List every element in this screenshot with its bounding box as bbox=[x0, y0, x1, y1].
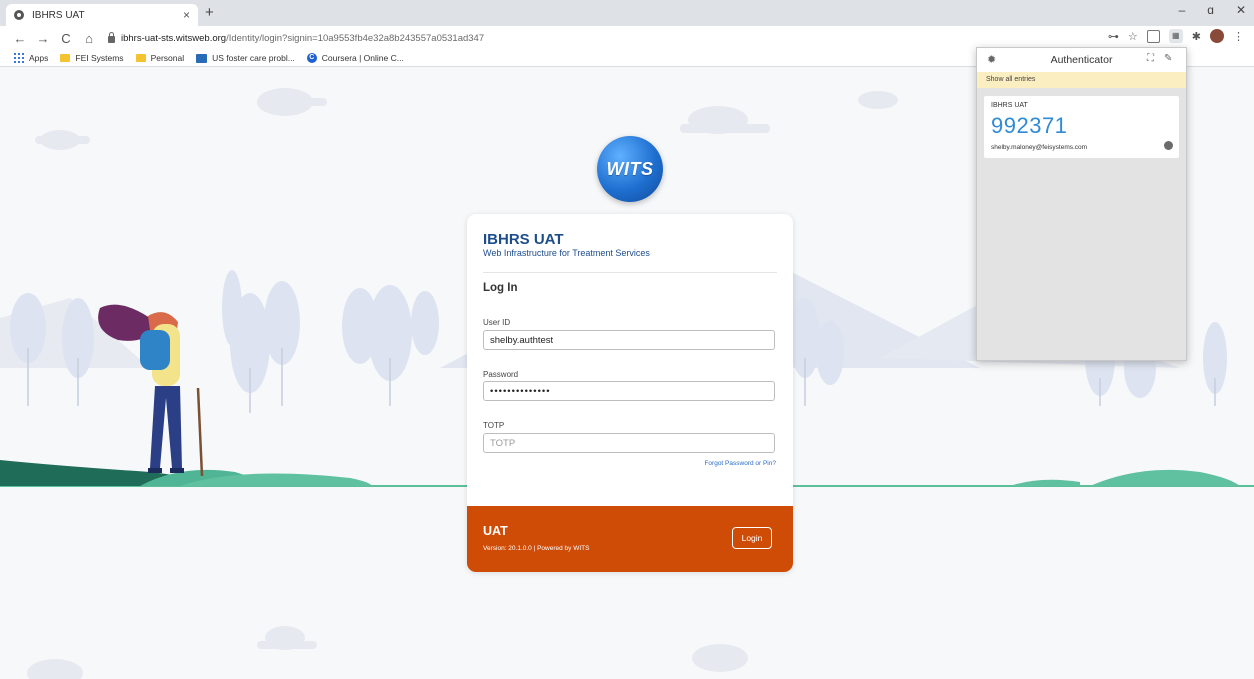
reload-button[interactable]: C bbox=[56, 31, 76, 46]
tab-title: IBHRS UAT bbox=[32, 9, 85, 21]
folder-icon bbox=[60, 54, 71, 62]
browser-tab[interactable]: IBHRS UAT × bbox=[6, 4, 198, 26]
bookmark-personal[interactable]: Personal bbox=[135, 53, 185, 63]
image-icon bbox=[196, 53, 208, 63]
close-tab-icon[interactable]: × bbox=[183, 8, 190, 22]
show-all-entries-link[interactable]: Show all entries bbox=[977, 72, 1186, 88]
bookmark-coursera[interactable]: C Coursera | Online C... bbox=[306, 53, 404, 63]
bookmark-label: Apps bbox=[29, 53, 49, 63]
bookmark-label: FEI Systems bbox=[75, 53, 124, 63]
user-id-label: User ID bbox=[483, 318, 511, 327]
bookmark-label: Personal bbox=[150, 53, 185, 63]
login-button[interactable]: Login bbox=[732, 527, 772, 549]
scan-qr-icon[interactable]: ⛶ bbox=[1147, 53, 1154, 64]
authenticator-title: Authenticator bbox=[1050, 54, 1113, 66]
password-label: Password bbox=[483, 370, 519, 379]
restore-window-button[interactable]: ɑ bbox=[1207, 3, 1214, 17]
url-path: /Identity/login?signin=10a9553fb4e32a8b2… bbox=[226, 32, 485, 44]
extensions-puzzle-icon[interactable]: ✱ bbox=[1192, 30, 1201, 43]
totp-input[interactable] bbox=[483, 433, 775, 453]
authenticator-header: ✹ Authenticator ⛶ ✎ bbox=[977, 48, 1186, 72]
otp-entry[interactable]: IBHRS UAT 992371 shelby.maloney@feisyste… bbox=[984, 96, 1179, 158]
forgot-password-link[interactable]: Forgot Password or Pin? bbox=[704, 460, 776, 467]
bookmark-star-icon[interactable]: ☆ bbox=[1128, 30, 1138, 43]
site-favicon-icon bbox=[14, 10, 24, 20]
app-subtitle: Web Infrastructure for Treatment Service… bbox=[483, 248, 650, 258]
extension-icon[interactable] bbox=[1146, 29, 1160, 43]
app-title: IBHRS UAT bbox=[483, 231, 564, 248]
minimize-window-button[interactable]: – bbox=[1179, 3, 1186, 17]
login-card: IBHRS UAT Web Infrastructure for Treatme… bbox=[467, 214, 793, 572]
authenticator-extension-icon[interactable]: ▦ bbox=[1168, 29, 1183, 43]
bookmark-us-foster-care[interactable]: US foster care probl... bbox=[196, 53, 295, 63]
bookmark-fei-systems[interactable]: FEI Systems bbox=[60, 53, 124, 63]
totp-label: TOTP bbox=[483, 421, 505, 430]
tab-bar: IBHRS UAT × + – ɑ ✕ bbox=[0, 0, 1254, 26]
close-window-button[interactable]: ✕ bbox=[1236, 3, 1246, 17]
window-controls: – ɑ ✕ bbox=[1179, 3, 1246, 17]
card-divider bbox=[483, 272, 777, 273]
apps-grid-icon bbox=[14, 53, 24, 63]
forward-button[interactable]: → bbox=[33, 31, 53, 46]
entry-issuer: IBHRS UAT bbox=[991, 102, 1028, 109]
wits-logo: WITS bbox=[597, 136, 663, 202]
authenticator-popup: ✹ Authenticator ⛶ ✎ Show all entries IBH… bbox=[976, 47, 1187, 361]
login-heading: Log In bbox=[483, 282, 518, 294]
bookmark-label: US foster care probl... bbox=[212, 53, 295, 63]
timer-icon bbox=[1164, 141, 1173, 150]
user-id-input[interactable] bbox=[483, 330, 775, 350]
key-icon[interactable]: ⊶ bbox=[1108, 30, 1119, 43]
otp-code[interactable]: 992371 bbox=[991, 113, 1067, 139]
toolbar-icons: ⊶ ☆ ▦ ✱ ⋮ bbox=[1108, 29, 1244, 43]
coursera-icon: C bbox=[306, 53, 317, 63]
home-button[interactable]: ⌂ bbox=[79, 31, 99, 46]
environment-label: UAT bbox=[483, 524, 508, 538]
version-text: Version: 20.1.0.0 | Powered by WITS bbox=[483, 545, 590, 552]
profile-avatar[interactable] bbox=[1210, 29, 1224, 43]
wits-logo-text: WITS bbox=[606, 158, 654, 179]
lock-icon bbox=[108, 31, 115, 43]
url-domain: ibhrs-uat-sts.witsweb.org bbox=[121, 32, 227, 44]
pencil-icon[interactable]: ✎ bbox=[1164, 53, 1172, 64]
back-button[interactable]: ← bbox=[10, 31, 30, 46]
folder-icon bbox=[135, 54, 146, 62]
password-input[interactable] bbox=[483, 381, 775, 401]
browser-menu-icon[interactable]: ⋮ bbox=[1233, 30, 1244, 43]
new-tab-button[interactable]: + bbox=[205, 4, 214, 21]
bookmark-label: Coursera | Online C... bbox=[321, 53, 404, 63]
url-field[interactable]: ibhrs-uat-sts.witsweb.org/Identity/login… bbox=[108, 28, 1168, 48]
entry-account: shelby.maloney@feisystems.com bbox=[991, 144, 1088, 151]
hiker-illustration bbox=[98, 304, 204, 477]
card-footer: UAT Version: 20.1.0.0 | Powered by WITS … bbox=[467, 506, 793, 572]
bookmark-apps[interactable]: Apps bbox=[14, 53, 48, 63]
